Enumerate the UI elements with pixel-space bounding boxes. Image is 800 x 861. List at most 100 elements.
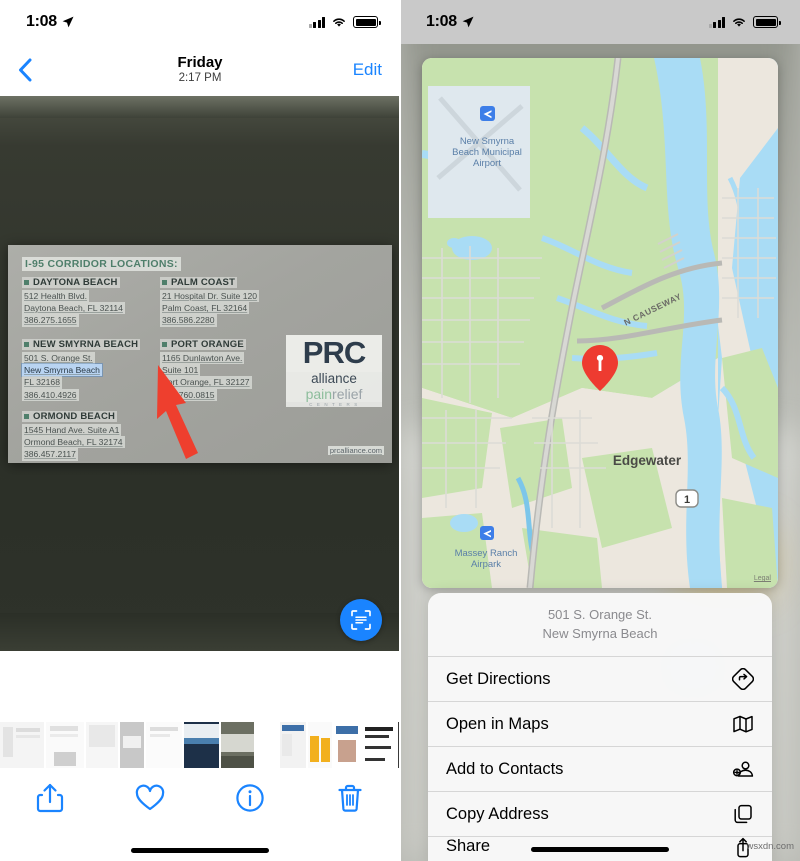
thumbnail-item[interactable] bbox=[308, 722, 332, 768]
logo-line-alliance: alliance bbox=[286, 371, 382, 388]
edit-button[interactable]: Edit bbox=[353, 60, 382, 80]
location-name: PALM COAST bbox=[160, 277, 238, 288]
status-bar-right: 1:08 bbox=[400, 0, 800, 44]
status-bar-right-group bbox=[308, 16, 381, 28]
logo-url[interactable]: prcalliance.com bbox=[327, 446, 384, 455]
status-bar-left-group: 1:08 bbox=[426, 13, 474, 31]
action-item-label: Open in Maps bbox=[446, 714, 549, 733]
address-action-sheet: 501 S. Orange St. New Smyrna Beach Get D… bbox=[428, 593, 772, 861]
map-preview[interactable]: 1 New Smyrna Beach Municipal Airport Mas… bbox=[422, 58, 778, 588]
card-heading: I-95 CORRIDOR LOCATIONS: bbox=[22, 257, 181, 271]
thumbnail-item[interactable] bbox=[86, 722, 118, 768]
share-icon[interactable] bbox=[33, 781, 67, 815]
status-bar-left: 1:08 bbox=[0, 0, 400, 44]
action-sheet-address-line2: New Smyrna Beach bbox=[542, 626, 658, 642]
photos-app-panel: 1:08 Friday 2:17 PM Edit I-95 CORRIDOR L… bbox=[0, 0, 400, 861]
page-title: Friday bbox=[177, 53, 223, 71]
location-address-line[interactable]: FL 32168 bbox=[22, 376, 62, 389]
thumbnail-item[interactable] bbox=[362, 722, 396, 768]
maps-action-sheet-panel: 1:08 1 New Smyrna Beach Municipal Airpor… bbox=[400, 0, 800, 861]
action-item-copy-address[interactable]: Copy Address bbox=[428, 792, 772, 837]
business-card-image: I-95 CORRIDOR LOCATIONS: DAYTONA BEACH 5… bbox=[8, 245, 392, 463]
thumbnail-item[interactable] bbox=[280, 722, 306, 768]
wifi-icon bbox=[333, 18, 345, 27]
location-address-line[interactable]: Ormond Beach, FL 32174 bbox=[22, 436, 125, 449]
svg-text:Airport: Airport bbox=[473, 158, 501, 169]
photos-nav-bar: Friday 2:17 PM Edit bbox=[0, 44, 400, 96]
battery-icon bbox=[753, 16, 781, 28]
photos-nav-center: Friday 2:17 PM bbox=[0, 54, 400, 86]
thumbnail-item[interactable] bbox=[221, 722, 254, 768]
thumbnail-item[interactable] bbox=[256, 722, 278, 768]
live-text-scan-button[interactable] bbox=[340, 599, 382, 641]
location-name: DAYTONA BEACH bbox=[22, 277, 120, 288]
dual-screenshot-container: 1:08 Friday 2:17 PM Edit I-95 CORRIDOR L… bbox=[0, 0, 800, 861]
location-address-line[interactable]: 21 Hospital Dr. Suite 120 bbox=[160, 290, 260, 303]
location-block-daytona: DAYTONA BEACH 512 Health Blvd. Daytona B… bbox=[22, 277, 172, 327]
action-sheet-address-line1: 501 S. Orange St. bbox=[547, 607, 653, 623]
photo-viewer[interactable]: I-95 CORRIDOR LOCATIONS: DAYTONA BEACH 5… bbox=[0, 96, 400, 651]
route-shield: 1 bbox=[675, 489, 699, 508]
thumbnail-item[interactable] bbox=[146, 722, 182, 768]
status-bar-right-group bbox=[708, 16, 781, 28]
location-name: ORMOND BEACH bbox=[22, 411, 118, 422]
logo-pain-text: pain bbox=[305, 386, 333, 403]
location-phone-line[interactable]: 386.275.1655 bbox=[22, 314, 79, 327]
map-icon bbox=[733, 715, 753, 733]
location-address-line[interactable]: Daytona Beach, FL 32114 bbox=[22, 302, 125, 315]
action-item-label: Add to Contacts bbox=[446, 759, 564, 778]
page-subtitle: 2:17 PM bbox=[178, 72, 222, 85]
cellular-signal-icon bbox=[708, 16, 725, 28]
directions-icon bbox=[732, 668, 754, 690]
location-address-line[interactable]: 501 S. Orange St. bbox=[22, 352, 95, 365]
logo-line-painrelief: painrelief bbox=[286, 386, 382, 403]
status-bar-left-group: 1:08 bbox=[26, 13, 74, 31]
info-icon[interactable] bbox=[233, 781, 267, 815]
action-item-add-to-contacts[interactable]: Add to Contacts bbox=[428, 747, 772, 792]
map-legal-link[interactable]: Legal bbox=[754, 575, 771, 582]
action-item-open-in-maps[interactable]: Open in Maps bbox=[428, 702, 772, 747]
prc-logo: PRC alliance painrelief C E N T E R S bbox=[286, 335, 382, 408]
thumbnail-item[interactable] bbox=[46, 722, 84, 768]
location-address-line-selected[interactable]: New Smyrna Beach bbox=[22, 364, 102, 377]
location-block-palm-coast: PALM COAST 21 Hospital Dr. Suite 120 Pal… bbox=[160, 277, 310, 327]
photo-thumbnail-strip[interactable] bbox=[0, 721, 400, 769]
home-indicator bbox=[531, 847, 669, 852]
wifi-icon bbox=[733, 18, 745, 27]
location-address-line[interactable]: 512 Health Blvd. bbox=[22, 290, 90, 303]
logo-mark: PRC bbox=[286, 335, 382, 372]
location-phone-line[interactable]: 386.586.2280 bbox=[160, 314, 217, 327]
heart-icon[interactable] bbox=[133, 781, 167, 815]
thumbnail-item[interactable] bbox=[0, 722, 44, 768]
map-canvas: 1 New Smyrna Beach Municipal Airport Mas… bbox=[422, 58, 778, 588]
copy-icon bbox=[734, 804, 752, 824]
thumbnail-item[interactable] bbox=[120, 722, 144, 768]
logo-relief-text: relief bbox=[332, 386, 363, 403]
location-name: NEW SMYRNA BEACH bbox=[22, 339, 141, 350]
svg-text:1: 1 bbox=[684, 494, 690, 506]
location-phone-line[interactable]: 386.457.2117 bbox=[22, 448, 78, 461]
svg-text:Massey Ranch: Massey Ranch bbox=[455, 548, 518, 559]
home-indicator bbox=[131, 848, 269, 853]
red-arrow-annotation bbox=[157, 365, 198, 459]
location-arrow-icon bbox=[462, 16, 474, 28]
action-sheet-header: 501 S. Orange St. New Smyrna Beach bbox=[428, 593, 772, 657]
action-item-get-directions[interactable]: Get Directions bbox=[428, 657, 772, 702]
svg-text:New Smyrna: New Smyrna bbox=[460, 136, 515, 147]
watermark: wsxdn.com bbox=[746, 841, 794, 852]
chevron-left-icon[interactable] bbox=[18, 58, 32, 82]
svg-text:Beach Municipal: Beach Municipal bbox=[452, 147, 522, 158]
status-bar-time: 1:08 bbox=[426, 13, 457, 30]
location-phone-line[interactable]: 386.410.4926 bbox=[22, 388, 79, 401]
thumbnail-item[interactable] bbox=[334, 722, 360, 768]
svg-text:Airpark: Airpark bbox=[471, 559, 501, 570]
cellular-signal-icon bbox=[308, 16, 325, 28]
add-contact-icon bbox=[732, 761, 754, 777]
trash-icon[interactable] bbox=[333, 781, 367, 815]
thumbnail-item[interactable] bbox=[184, 722, 219, 768]
location-address-line[interactable]: 1545 Hand Ave. Suite A1 bbox=[22, 424, 122, 437]
logo-line-centers: C E N T E R S bbox=[286, 402, 382, 408]
location-address-line[interactable]: Palm Coast, FL 32164 bbox=[160, 302, 250, 315]
panel-divider bbox=[399, 0, 401, 861]
location-arrow-icon bbox=[62, 16, 74, 28]
